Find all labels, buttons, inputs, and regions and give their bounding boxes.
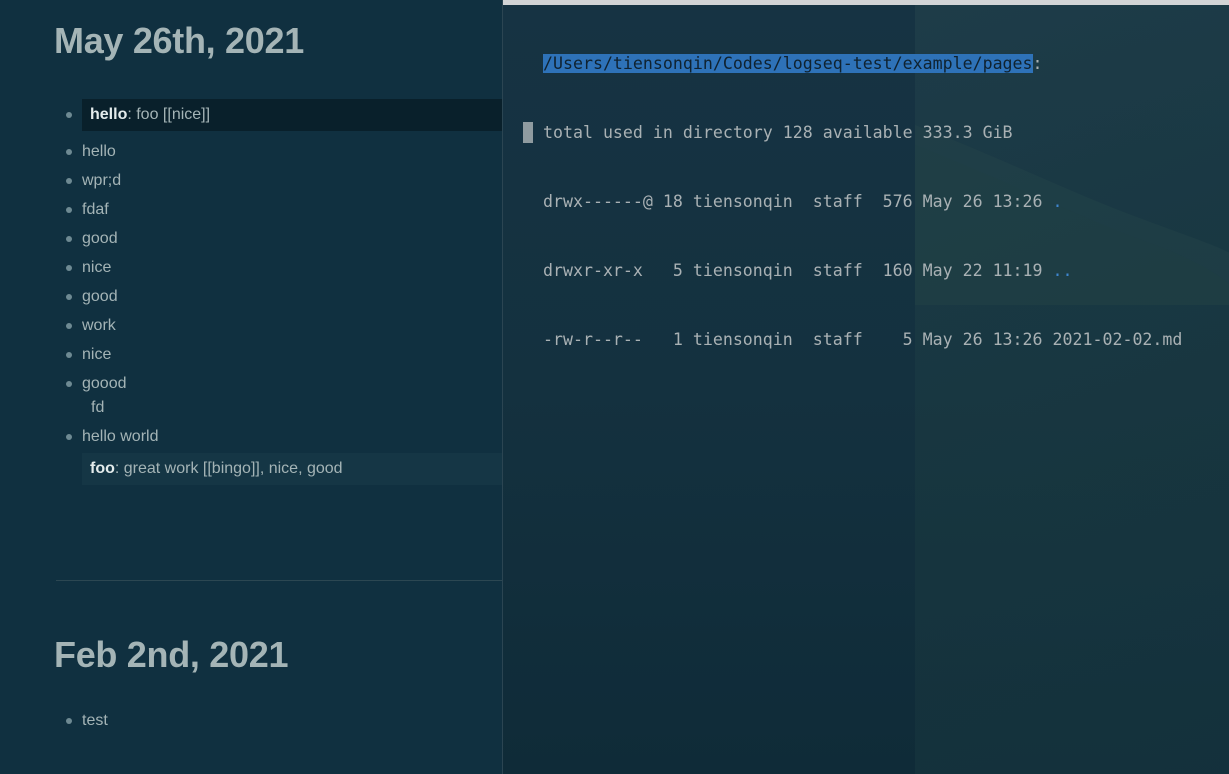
block-text[interactable]: good [82, 287, 118, 307]
block-text[interactable]: test [82, 711, 108, 731]
terminal-line-entry: drwxr-xr-x 5 tiensonqin staff 160 May 22… [543, 259, 1182, 282]
bullet-dot-icon[interactable] [66, 294, 72, 300]
bullet-dot-icon[interactable] [66, 236, 72, 242]
bullet-dot-icon[interactable] [66, 434, 72, 440]
property-key: foo [90, 460, 115, 477]
terminal-line-entry: -rw-r--r-- 1 tiensonqin staff 5 May 26 1… [543, 328, 1182, 351]
bullet-dot-icon[interactable] [66, 323, 72, 329]
selected-path-text[interactable]: /Users/tiensonqin/Codes/logseq-test/exam… [543, 54, 1033, 73]
bullet-dot-icon[interactable] [66, 381, 72, 387]
block-text[interactable]: good [82, 229, 118, 249]
property-block[interactable]: foo: great work [[bingo]], nice, good [82, 453, 502, 485]
block-text[interactable]: nice [82, 258, 111, 278]
property-value: : great work [[bingo]], nice, good [114, 460, 343, 477]
page-title[interactable]: Feb 2nd, 2021 [54, 634, 289, 676]
bullet-dot-icon[interactable] [66, 207, 72, 213]
bullet-dot-icon[interactable] [66, 149, 72, 155]
terminal-cursor [523, 122, 533, 143]
bullet-dot-icon[interactable] [66, 265, 72, 271]
property-value: : foo [[nice]] [127, 106, 211, 123]
terminal-output[interactable]: /Users/tiensonqin/Codes/logseq-test/exam… [543, 6, 1182, 397]
entry-name[interactable]: .. [1053, 261, 1073, 280]
bullet-dot-icon[interactable] [66, 352, 72, 358]
block-child-text[interactable]: fd [91, 398, 104, 418]
terminal-pane[interactable]: /Users/tiensonqin/Codes/logseq-test/exam… [502, 0, 1229, 774]
entry-details: drwxr-xr-x 5 tiensonqin staff 160 May 22… [543, 261, 1053, 280]
bullet-dot-icon[interactable] [66, 178, 72, 184]
terminal-line-summary: total used in directory 128 available 33… [543, 123, 1013, 142]
bullet-dot-icon[interactable] [66, 718, 72, 724]
page-divider [56, 580, 502, 581]
path-colon: : [1032, 54, 1043, 73]
entry-details: -rw-r--r-- 1 tiensonqin staff 5 May 26 1… [543, 330, 1053, 349]
block-text[interactable]: hello world [82, 427, 158, 447]
entry-name[interactable]: . [1053, 192, 1063, 211]
block-text[interactable]: nice [82, 345, 111, 365]
block-text[interactable]: work [82, 316, 116, 336]
block-text[interactable]: wpr;d [82, 171, 121, 191]
page-title[interactable]: May 26th, 2021 [54, 20, 304, 62]
entry-name[interactable]: 2021-02-02.md [1053, 330, 1183, 349]
property-block[interactable]: hello: foo [[nice]] [82, 99, 502, 131]
property-key: hello [90, 106, 128, 123]
entry-details: drwx------@ 18 tiensonqin staff 576 May … [543, 192, 1053, 211]
block-text[interactable]: hello [82, 142, 116, 162]
journal-pane: May 26th, 2021 hello: foo [[nice]] hello… [0, 0, 502, 774]
terminal-line-entry: drwx------@ 18 tiensonqin staff 576 May … [543, 190, 1182, 213]
block-text[interactable]: goood [82, 374, 127, 394]
block-text[interactable]: fdaf [82, 200, 109, 220]
bullet-dot-icon[interactable] [66, 112, 72, 118]
terminal-line-path: /Users/tiensonqin/Codes/logseq-test/exam… [543, 52, 1182, 75]
